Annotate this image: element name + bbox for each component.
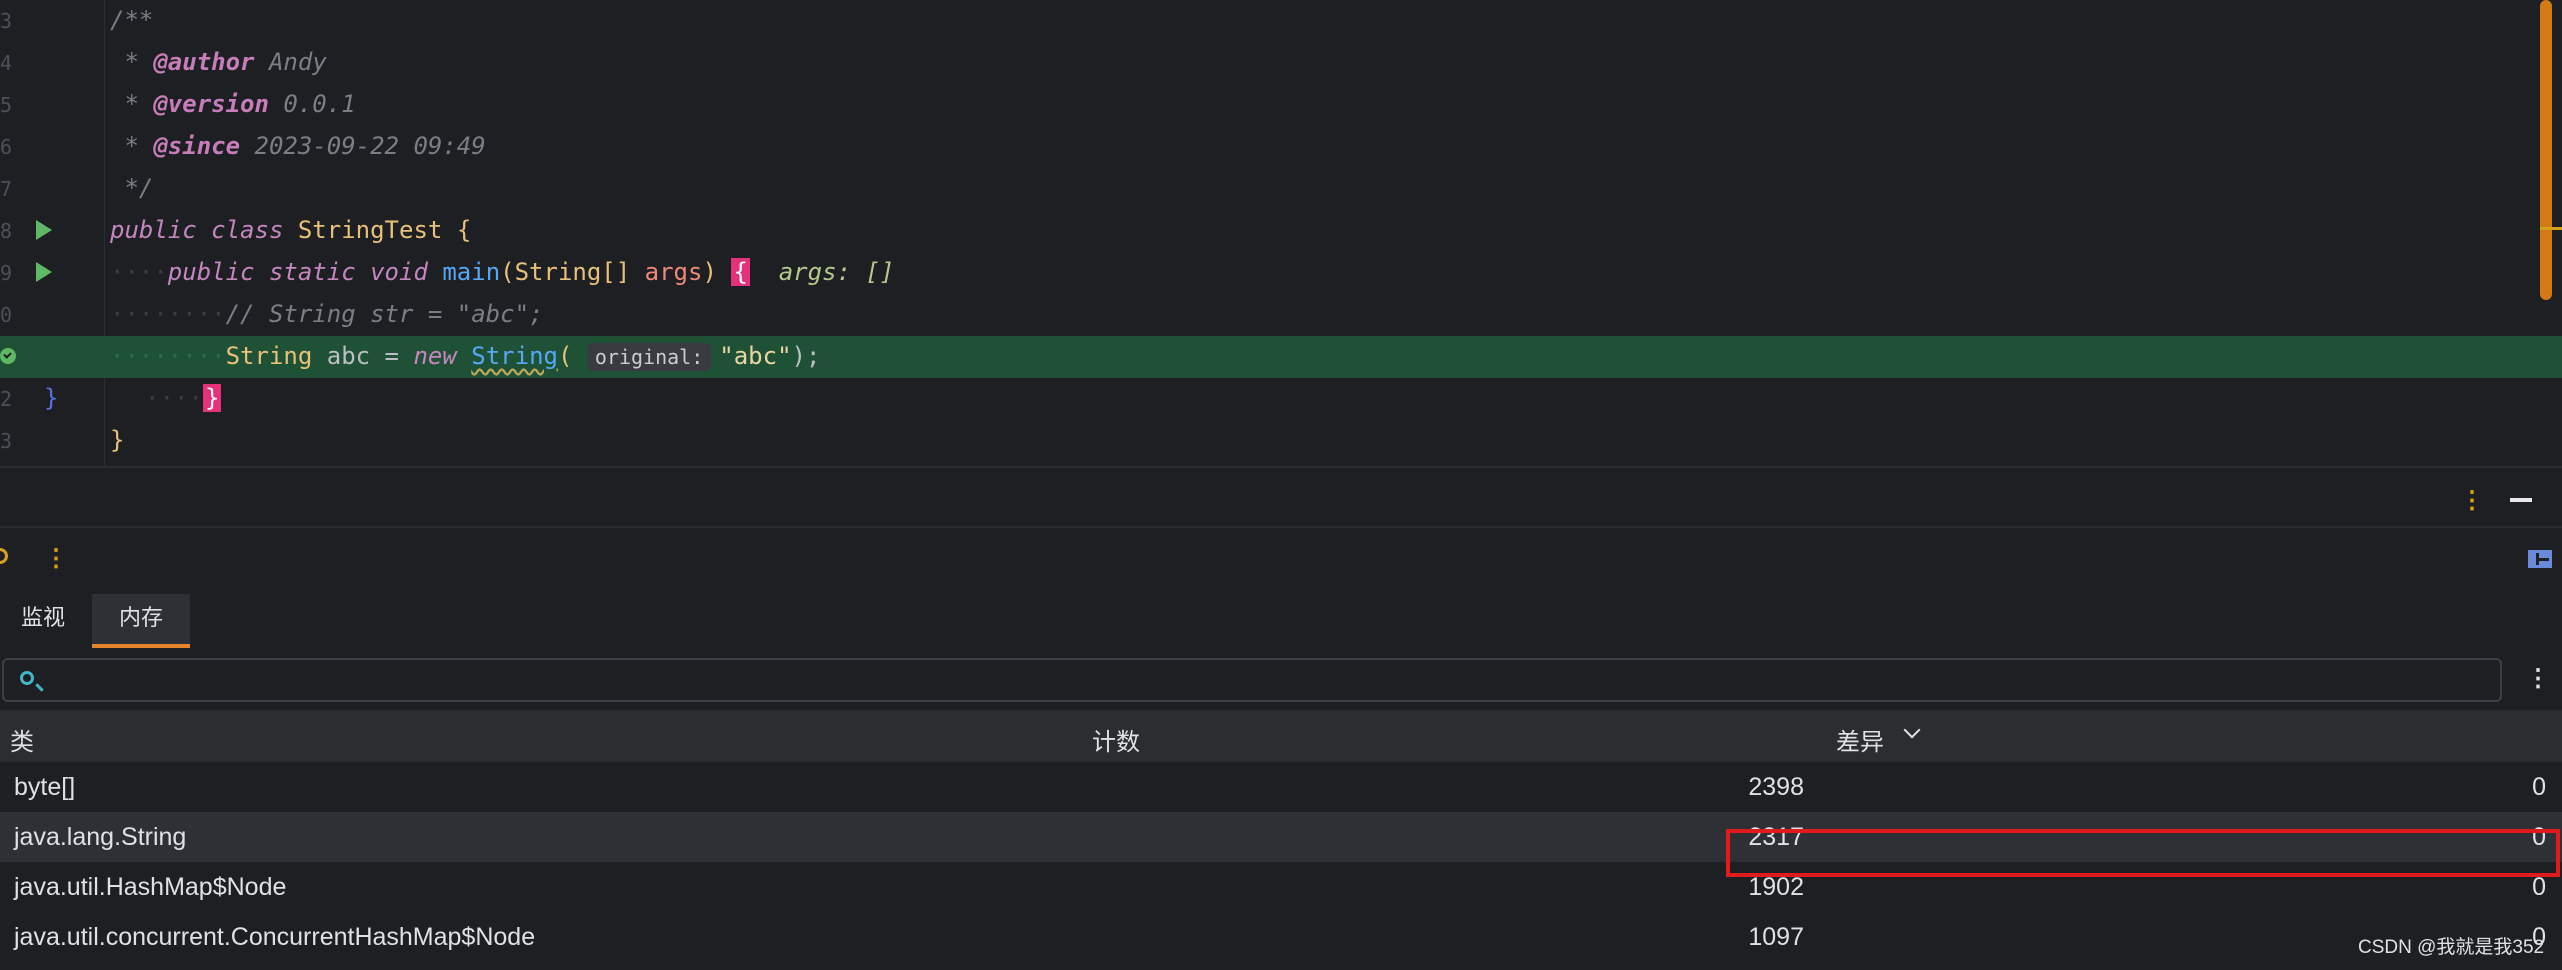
more-options-icon[interactable]: ⋮ — [2526, 664, 2550, 693]
search-input[interactable] — [2, 658, 2502, 702]
panel-header: ⋮ — [0, 466, 2562, 528]
code-editor[interactable]: 3 /** 4 * @author Andy 5 * @version 0.0.… — [0, 0, 2562, 466]
minimize-icon[interactable] — [2510, 498, 2532, 502]
code-text: ········String abc = new String( origina… — [110, 342, 821, 371]
line-number: 0 — [0, 303, 13, 327]
line-number: 7 — [0, 177, 13, 201]
code-text: * @version 0.0.1 — [110, 90, 356, 118]
line-number: 2 — [0, 387, 13, 411]
code-line: 7 */ — [0, 168, 2562, 210]
tab-memory[interactable]: 内存 — [92, 594, 190, 648]
code-text: /** — [110, 6, 153, 34]
line-comment: // String str = "abc"; — [225, 300, 544, 328]
author-tag: @author — [153, 48, 255, 76]
run-debug-icon[interactable] — [36, 262, 52, 282]
watermark: CSDN @我就是我352 — [2358, 937, 2545, 958]
count-cell: 1902 — [1748, 873, 1804, 901]
line-number: 3 — [0, 429, 13, 453]
code-line: 5 * @version 0.0.1 — [0, 84, 2562, 126]
since-value: 2023-09-22 09:49 — [254, 132, 486, 160]
method-name: main — [442, 258, 501, 286]
layout-icon[interactable] — [2528, 550, 2552, 568]
code-line: 2 } ····} — [0, 378, 2562, 420]
class-name-cell: java.util.concurrent.ConcurrentHashMap$N… — [14, 923, 536, 951]
version-tag: @version — [153, 90, 269, 118]
execution-point-line: ········String abc = new String( origina… — [0, 336, 2562, 378]
table-row[interactable]: java.util.concurrent.ConcurrentHashMap$N… — [0, 912, 2562, 962]
line-number: 6 — [0, 135, 13, 159]
tab-monitor[interactable]: 监视 — [8, 594, 78, 648]
code-line: 4 * @author Andy — [0, 42, 2562, 84]
line-number: 3 — [0, 9, 13, 33]
highlight-annotation-box — [1726, 829, 2560, 877]
code-text: */ — [110, 174, 153, 202]
count-cell: 2398 — [1748, 773, 1804, 801]
doc-comment-open: /** — [110, 6, 154, 34]
diff-cell: 0 — [2532, 873, 2546, 901]
table-header: 类 计数 差异 — [0, 710, 2562, 762]
chevron-down-icon[interactable] — [1903, 721, 1921, 739]
code-line: 6 * @since 2023-09-22 09:49 — [0, 126, 2562, 168]
class-name-cell: java.lang.String — [14, 823, 187, 851]
execution-point-icon[interactable] — [0, 348, 16, 364]
class-name: StringTest — [297, 216, 443, 244]
count-cell: 1097 — [1748, 923, 1804, 951]
line-number: 5 — [0, 93, 13, 117]
code-text: ········// String str = "abc"; — [110, 300, 544, 328]
code-text: * @since 2023-09-22 09:49 — [110, 132, 486, 160]
column-header-diff[interactable]: 差异 — [1836, 722, 1884, 757]
more-options-icon[interactable]: ⋮ — [44, 544, 68, 573]
line-number: 9 — [0, 261, 13, 285]
line-number: 8 — [0, 219, 13, 243]
code-text: } — [110, 426, 125, 454]
since-tag: @since — [153, 132, 241, 160]
tool-toolbar: ⋮ — [0, 528, 2562, 588]
code-text: public class StringTest { — [110, 216, 472, 244]
line-number: 4 — [0, 51, 13, 75]
run-icon[interactable] — [36, 220, 52, 240]
code-text: * @author Andy — [110, 48, 327, 76]
more-options-icon[interactable]: ⋮ — [2460, 486, 2484, 514]
table-row[interactable]: byte[] 2398 0 — [0, 762, 2562, 812]
code-text: } ····} — [44, 384, 222, 412]
code-line: 3 /** — [0, 0, 2562, 42]
code-line: 0 ········// String str = "abc"; — [0, 294, 2562, 336]
doc-comment-close: */ — [124, 174, 154, 202]
code-line: 8 public class StringTest { — [0, 210, 2562, 252]
search-icon — [20, 671, 34, 685]
editor-scrollbar[interactable] — [2540, 0, 2552, 300]
code-line: 9 ····public static void main(String[] a… — [0, 252, 2562, 294]
memory-tool-window: ⋮ 监视 内存 ⋮ 类 计数 差异 byte[] 2398 0 java.lan… — [0, 526, 2562, 970]
inline-debug-value: args: [] — [778, 258, 895, 286]
author-value: Andy — [268, 48, 327, 76]
version-value: 0.0.1 — [283, 90, 356, 118]
class-name-cell: byte[] — [14, 773, 76, 801]
column-header-count[interactable]: 计数 — [1092, 722, 1140, 757]
column-header-class[interactable]: 类 — [10, 722, 34, 757]
code-text: ····public static void main(String[] arg… — [110, 258, 895, 286]
diff-cell: 0 — [2532, 773, 2546, 801]
code-line: 3 } — [0, 420, 2562, 462]
refresh-icon[interactable] — [0, 548, 8, 564]
parameter-hint: original: — [586, 343, 712, 371]
class-name-cell: java.util.HashMap$Node — [14, 873, 287, 901]
error-stripe-marker[interactable] — [2540, 227, 2562, 230]
